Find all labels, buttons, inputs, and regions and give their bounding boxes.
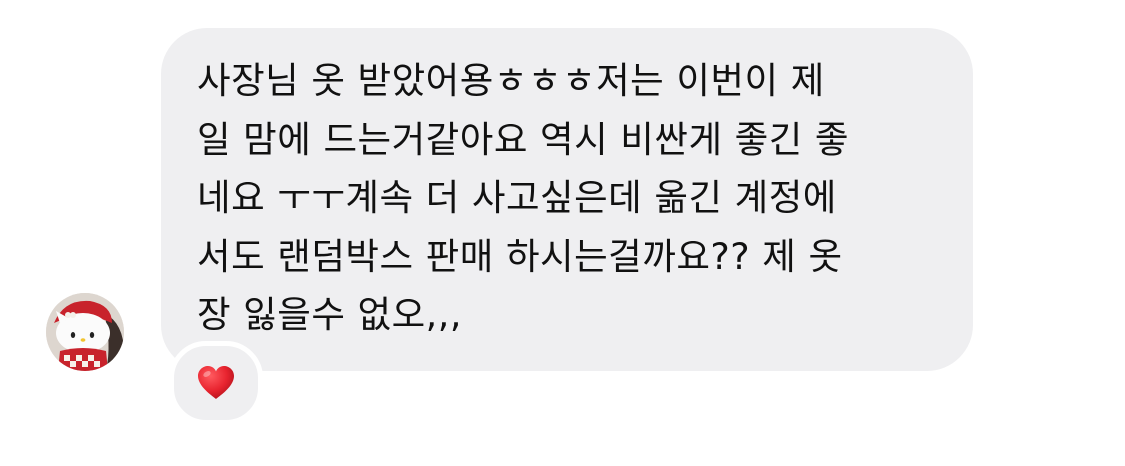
red-heart-icon [198, 366, 234, 399]
sender-avatar[interactable] [46, 293, 124, 371]
message-text: 사장님 옷 받았어용ㅎㅎㅎ저는 이번이 제 일 맘에 드는거같아요 역시 비싼게… [197, 59, 849, 337]
hello-kitty-avatar-icon [46, 293, 124, 371]
message-reaction[interactable] [169, 341, 263, 425]
message-bubble[interactable]: 사장님 옷 받았어용ㅎㅎㅎ저는 이번이 제 일 맘에 드는거같아요 역시 비싼게… [161, 28, 973, 371]
